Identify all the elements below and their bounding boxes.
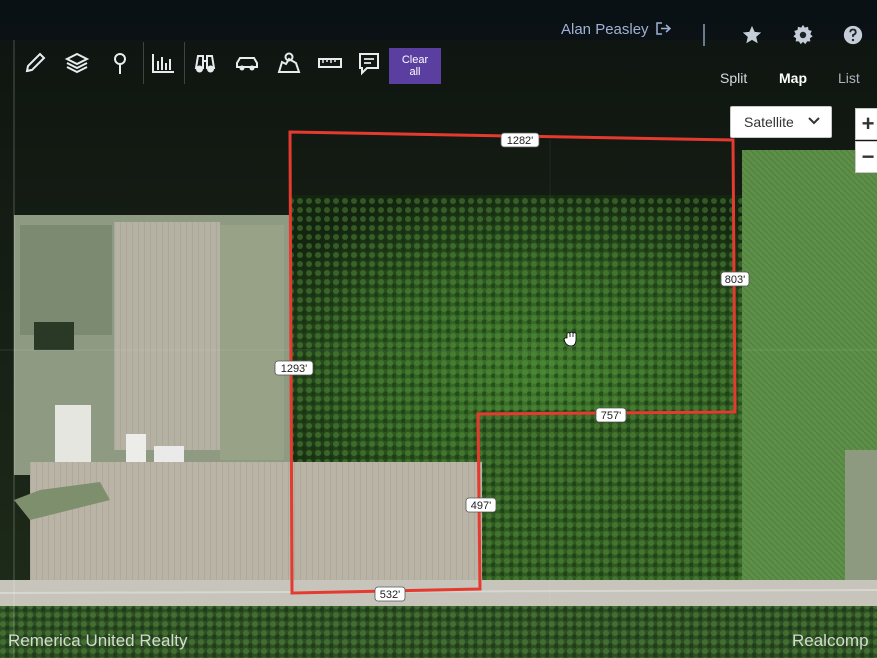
toolbar-separator [143,42,144,84]
layers-tool[interactable] [62,48,92,78]
zoom-in-button[interactable]: + [855,108,877,140]
dimension-label-inner-horizontal: 757' [595,407,627,423]
svg-text:1293': 1293' [281,363,308,375]
ruler-icon [318,58,342,68]
comment-icon [359,53,379,76]
dimension-label-right: 803' [720,271,750,287]
field-in-parcel [292,462,482,590]
map-type-value: Satellite [744,114,794,130]
dimension-label-bottom: 532' [374,586,406,602]
watermark-brokerage: Remerica United Realty [8,631,188,650]
farm-building [154,446,184,462]
svg-text:497': 497' [471,500,491,512]
map-toolbar: Clear all [12,42,442,86]
toolbar-separator [184,42,185,84]
svg-text:803': 803' [725,274,745,286]
svg-text:757': 757' [601,410,621,422]
notes-tool[interactable] [354,48,384,78]
satellite-map[interactable]: 1282' 803' 1293' 757' 497' 532' [0,0,877,658]
dimension-label-inner-vertical: 497' [465,497,497,513]
gear-icon[interactable] [792,24,814,46]
watermark-mls: Realcomp [792,631,869,650]
dimension-label-top: 1282' [500,132,540,148]
help-icon[interactable] [842,24,864,46]
star-icon[interactable] [741,24,763,46]
map-type-select[interactable]: Satellite [730,106,832,138]
map-area-icon [277,52,301,73]
commute-tool[interactable] [232,48,262,78]
user-name: Alan Peasley [561,21,649,38]
zoom-out-button[interactable]: − [855,141,877,173]
svg-text:1282': 1282' [507,135,534,147]
pencil-icon [25,52,46,73]
svg-text:532': 532' [380,589,400,601]
tab-list[interactable]: List [838,70,860,86]
stats-tool[interactable] [148,48,178,78]
pin-tool[interactable] [105,48,135,78]
logout-icon [655,22,671,35]
map-pin-icon [114,53,126,74]
tab-split[interactable]: Split [720,70,747,86]
topbar-divider [703,24,705,46]
tab-map[interactable]: Map [779,70,807,86]
farm-building [55,405,91,469]
user-logout-link[interactable]: Alan Peasley [561,21,672,38]
dimension-label-left: 1293' [274,360,314,376]
binoculars-icon [194,55,216,73]
clear-all-button[interactable]: Clear all [389,48,441,84]
draw-tool[interactable] [20,48,50,78]
chevron-down-icon [808,117,820,125]
measure-tool[interactable] [315,48,345,78]
layers-icon [64,52,90,74]
car-icon [236,57,258,71]
nearby-tool[interactable] [190,48,220,78]
area-tool[interactable] [274,48,304,78]
bar-chart-icon [152,54,174,73]
